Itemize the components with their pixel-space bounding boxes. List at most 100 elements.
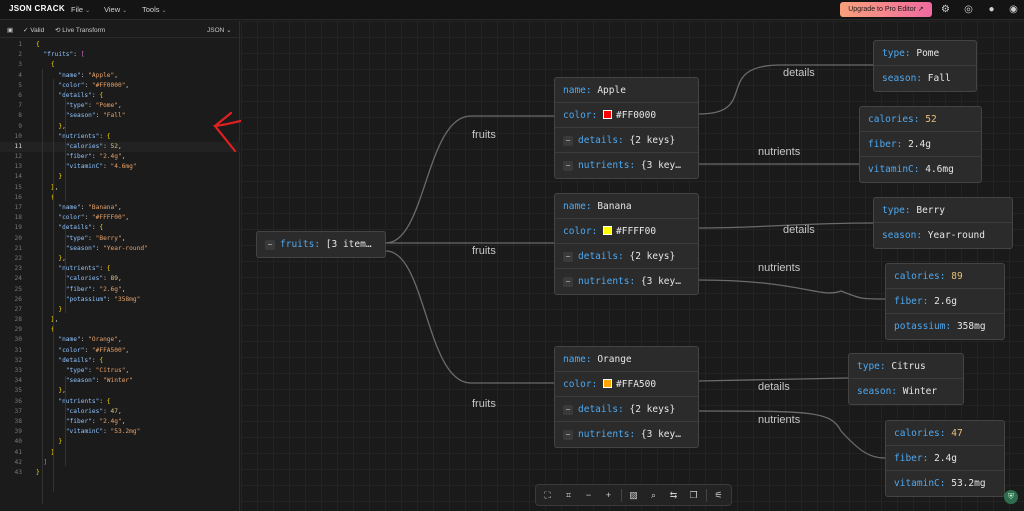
nutrient-row[interactable]: vitaminC: 4.6mg	[860, 157, 981, 182]
color-row[interactable]: color: #FF0000	[555, 103, 698, 128]
fruit-node[interactable]: name: Orange color: #FFA500− details: {2 k…	[554, 346, 699, 448]
code-line[interactable]: 41 }	[0, 448, 240, 458]
detail-row[interactable]: season: Winter	[849, 379, 963, 404]
code-line[interactable]: 2 "fruits": [	[0, 50, 240, 60]
code-line[interactable]: 6 "details": {	[0, 91, 240, 101]
code-line[interactable]: 19 "details": {	[0, 223, 240, 233]
swap-icon[interactable]: ⇆	[667, 489, 680, 502]
code-line[interactable]: 17 "name": "Banana",	[0, 203, 240, 213]
code-line[interactable]: 16 {	[0, 193, 240, 203]
nutrient-row[interactable]: calories: 52	[860, 107, 981, 132]
code-line[interactable]: 40 }	[0, 437, 240, 447]
chrome-icon[interactable]: ◎	[962, 3, 975, 16]
code-line[interactable]: 32 "details": {	[0, 356, 240, 366]
graph-canvas[interactable]: − fruits: [3 item… name: Apple color: #FF0…	[241, 21, 1024, 511]
code-line[interactable]: 36 "nutrients": {	[0, 397, 240, 407]
detail-row[interactable]: type: Berry	[874, 198, 1012, 223]
nutrient-row[interactable]: fiber: 2.4g	[860, 132, 981, 157]
code-line[interactable]: 14 }	[0, 172, 240, 182]
gear-icon[interactable]: ⚙	[939, 3, 952, 16]
code-line[interactable]: 34 "season": "Winter"	[0, 376, 240, 386]
details-node[interactable]: type: Pome season: Fall	[873, 40, 977, 92]
code-line[interactable]: 30 "name": "Orange",	[0, 335, 240, 345]
format-select[interactable]: JSON ⌄	[207, 26, 232, 34]
root-row[interactable]: − fruits: [3 item…	[257, 232, 385, 257]
code-line[interactable]: 25 "fiber": "2.6g",	[0, 285, 240, 295]
nutrient-row[interactable]: vitaminC: 53.2mg	[886, 471, 1004, 496]
fruit-node[interactable]: name: Banana color: #FFFF00− details: {2 k…	[554, 193, 699, 295]
menu-file[interactable]: File ⌄	[71, 5, 90, 14]
collapse-icon[interactable]: −	[265, 239, 275, 250]
code-line[interactable]: 33 "type": "Citrus",	[0, 366, 240, 376]
nutrients-node[interactable]: calories: 47 fiber: 2.4g vitaminC: 53.2mg	[885, 420, 1005, 497]
menu-tools[interactable]: Tools ⌄	[142, 5, 167, 14]
live-transform-toggle[interactable]: ⟲ Live Transform	[55, 26, 105, 34]
details-node[interactable]: type: Citrus season: Winter	[848, 353, 964, 405]
code-line[interactable]: 1{	[0, 40, 240, 50]
root-node[interactable]: − fruits: [3 item…	[256, 231, 386, 258]
details-row[interactable]: − details: {2 keys}	[555, 397, 698, 422]
nutrient-row[interactable]: calories: 89	[886, 264, 1004, 289]
settings-icon[interactable]: ⚟	[712, 489, 725, 502]
nutrients-row[interactable]: − nutrients: {3 key…	[555, 269, 698, 294]
discord-icon[interactable]: ◉	[1007, 3, 1020, 16]
details-row[interactable]: − details: {2 keys}	[555, 128, 698, 153]
zoom-out-icon[interactable]: −	[582, 489, 595, 502]
code-line[interactable]: 20 "type": "Berry",	[0, 234, 240, 244]
code-line[interactable]: 4 "name": "Apple",	[0, 71, 240, 81]
nutrients-node[interactable]: calories: 89 fiber: 2.6g potassium: 358mg	[885, 263, 1005, 340]
code-line[interactable]: 43}	[0, 468, 240, 478]
detail-row[interactable]: type: Citrus	[849, 354, 963, 379]
code-line[interactable]: 29 {	[0, 325, 240, 335]
nutrient-row[interactable]: fiber: 2.6g	[886, 289, 1004, 314]
details-node[interactable]: type: Berry season: Year-round	[873, 197, 1013, 249]
zoom-in-icon[interactable]: +	[602, 489, 615, 502]
nutrient-row[interactable]: potassium: 358mg	[886, 314, 1004, 339]
color-row[interactable]: color: #FFA500	[555, 372, 698, 397]
detail-row[interactable]: season: Year-round	[874, 223, 1012, 248]
nutrient-row[interactable]: fiber: 2.4g	[886, 446, 1004, 471]
fruit-node[interactable]: name: Apple color: #FF0000− details: {2 ke…	[554, 77, 699, 179]
line-number: 9	[18, 122, 22, 130]
code-line[interactable]: 26 "potassium": "358mg"	[0, 295, 240, 305]
nutrients-node[interactable]: calories: 52 fiber: 2.4g vitaminC: 4.6mg	[859, 106, 982, 183]
sidebar-toggle-icon[interactable]: ▣	[7, 26, 13, 34]
brand-logo[interactable]: JSON CRACK	[9, 4, 65, 13]
code-line[interactable]: 37 "calories": 47,	[0, 407, 240, 417]
focus-icon[interactable]: ⌗	[562, 489, 575, 502]
details-row[interactable]: − details: {2 keys}	[555, 244, 698, 269]
upgrade-button[interactable]: Upgrade to Pro Editor ↗	[840, 2, 932, 17]
github-icon[interactable]: ●	[985, 3, 998, 16]
code-line[interactable]: 27 }	[0, 305, 240, 315]
fit-view-icon[interactable]: ⛶	[541, 489, 554, 502]
detail-row[interactable]: season: Fall	[874, 66, 976, 91]
code-line[interactable]: 24 "calories": 89,	[0, 274, 240, 284]
color-row[interactable]: color: #FFFF00	[555, 219, 698, 244]
nutrients-row[interactable]: − nutrients: {3 key…	[555, 422, 698, 447]
code-line[interactable]: 35 },	[0, 386, 240, 396]
copy-icon[interactable]: ❐	[687, 489, 700, 502]
search-icon[interactable]: ⌕	[647, 489, 660, 502]
code-line[interactable]: 21 "season": "Year-round"	[0, 244, 240, 254]
code-line[interactable]: 15 },	[0, 183, 240, 193]
name-row[interactable]: name: Banana	[555, 194, 698, 219]
code-line[interactable]: 3 {	[0, 60, 240, 70]
code-line[interactable]: 39 "vitaminC": "53.2mg"	[0, 427, 240, 437]
code-line[interactable]: 42 ]	[0, 458, 240, 468]
code-line[interactable]: 31 "color": "#FFA500",	[0, 346, 240, 356]
detail-row[interactable]: type: Pome	[874, 41, 976, 66]
name-row[interactable]: name: Orange	[555, 347, 698, 372]
code-line[interactable]: 18 "color": "#FFFF00",	[0, 213, 240, 223]
nutrient-row[interactable]: calories: 47	[886, 421, 1004, 446]
code-line[interactable]: 22 },	[0, 254, 240, 264]
code-line[interactable]: 38 "fiber": "2.4g",	[0, 417, 240, 427]
code-line[interactable]: 23 "nutrients": {	[0, 264, 240, 274]
nutrients-row[interactable]: − nutrients: {3 key…	[555, 153, 698, 178]
name-row[interactable]: name: Apple	[555, 78, 698, 103]
code-line[interactable]: 5 "color": "#FF0000",	[0, 81, 240, 91]
shield-icon[interactable]: ⛨	[1004, 490, 1018, 504]
menu-view[interactable]: View ⌄	[104, 5, 127, 14]
image-icon[interactable]: ▨	[627, 489, 640, 502]
code-line[interactable]: 28 },	[0, 315, 240, 325]
code-line[interactable]: 13 "vitaminC": "4.6mg"	[0, 162, 240, 172]
